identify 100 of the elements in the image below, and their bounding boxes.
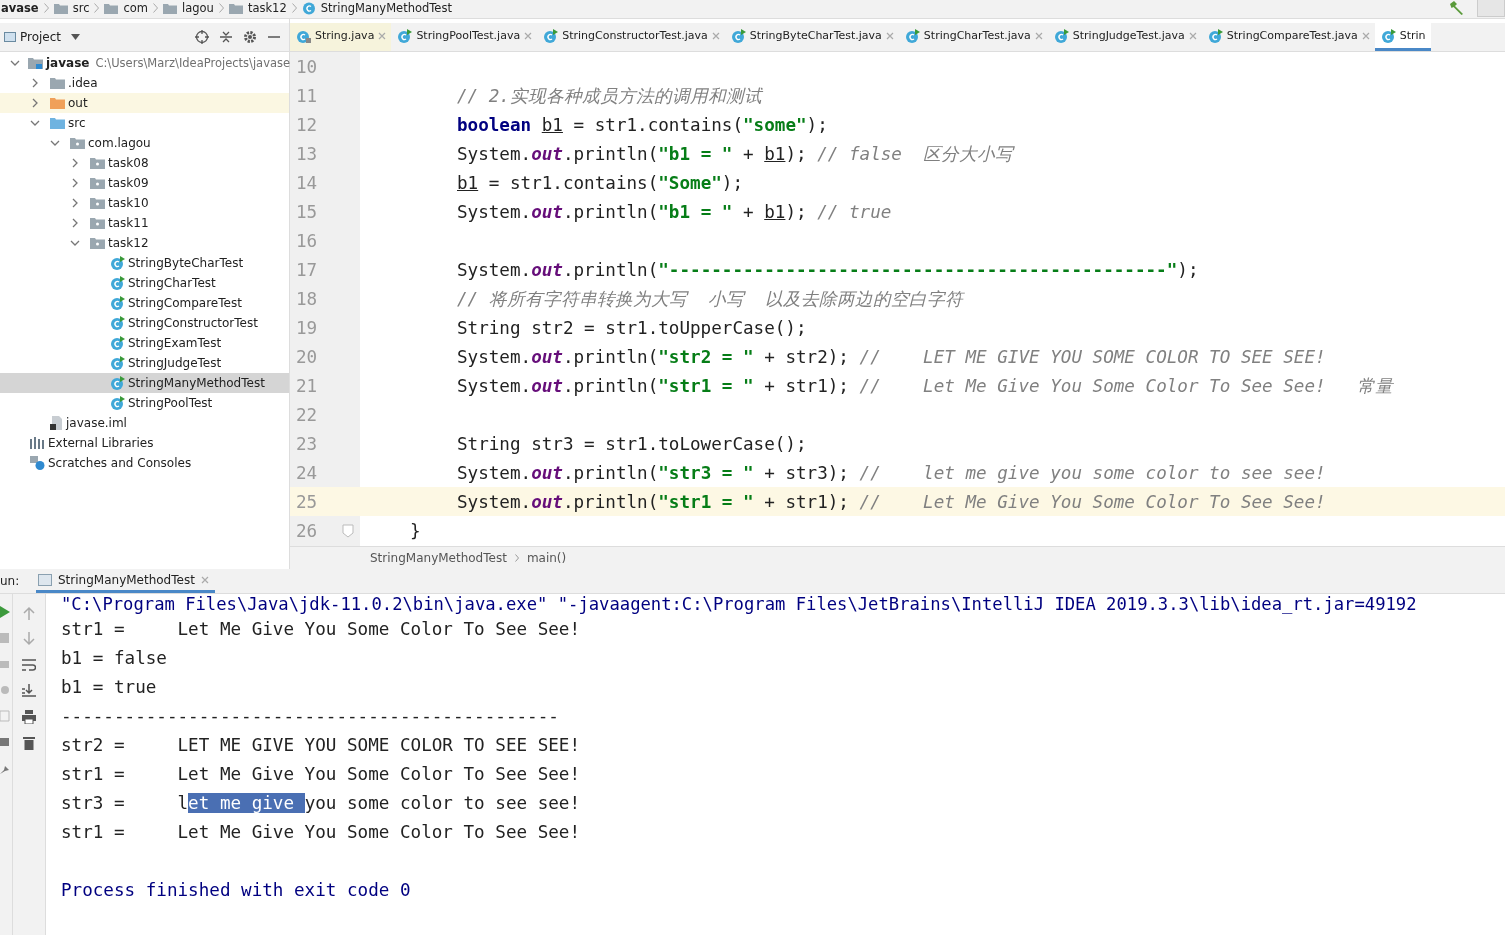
crosshair-icon[interactable] [195,30,209,44]
class-icon [110,316,125,330]
folder-icon [50,97,65,109]
chevron-icon [153,3,159,13]
line-number: 12 [295,114,319,135]
package-icon [90,177,105,189]
tree-item[interactable]: task09 [108,176,149,190]
tree-item[interactable]: External Libraries [48,436,154,450]
file-icon [50,416,63,430]
tree-item[interactable]: task12 [108,236,149,250]
tree-item[interactable]: StringExamTest [128,336,222,350]
settings-icon[interactable] [243,30,257,44]
class-icon [904,28,920,43]
close-icon[interactable] [1034,31,1043,40]
tree-item[interactable]: javase.iml [66,416,127,430]
fold-marker-icon[interactable] [342,523,354,538]
breadcrumb-item[interactable]: lagou [182,1,214,15]
class-icon [1053,28,1069,43]
close-icon[interactable] [1361,31,1370,40]
project-path: C:\Users\Marz\IdeaProjects\javase [95,56,291,70]
tree-item[interactable]: com.lagou [88,136,151,150]
class-icon [110,396,125,410]
code-line: String str2 = str1.toUpperCase(); [457,317,807,338]
editor-tab[interactable]: String.java [290,23,392,51]
close-icon[interactable] [200,575,209,584]
project-view-dropdown[interactable]: Project [20,30,62,44]
run-icon[interactable] [0,606,10,618]
run-label: un: [0,574,21,588]
line-number: 16 [295,230,319,251]
tree-item[interactable]: StringCharTest [128,276,216,290]
tree-item[interactable]: StringConstructorTest [128,316,258,330]
class-icon [730,28,746,43]
breadcrumb-item[interactable]: StringManyMethodTest [370,551,507,565]
folder-icon [50,77,65,89]
editor-tab[interactable]: StringCompareTest.java [1201,23,1375,51]
tree-item[interactable]: .idea [68,76,98,90]
editor-tab[interactable]: StringJudgeTest.java [1047,23,1202,51]
line-number: 13 [295,143,319,164]
tree-item[interactable]: task10 [108,196,149,210]
line-number: 22 [295,404,319,425]
chevron-icon [514,554,519,562]
chevron-icon [291,3,297,13]
chevron-icon [94,3,100,13]
hammer-icon[interactable] [1448,1,1464,15]
editor-tab[interactable]: StringByteCharTest.java [724,23,899,51]
folder-icon [50,117,65,129]
run-tab[interactable]: StringManyMethodTest [36,569,215,593]
class-icon [110,376,125,390]
print-icon[interactable] [22,710,36,724]
line-number: 17 [295,259,319,280]
code-line: } [410,520,421,541]
tree-item[interactable]: javase [46,56,90,70]
editor-tab[interactable]: StringConstructorTest.java [537,23,725,51]
up-arrow-icon[interactable] [23,606,35,620]
class-icon [110,256,125,270]
class-icon [110,356,125,370]
tree-item[interactable]: out [68,96,88,110]
tree-item[interactable]: StringPoolTest [128,396,213,410]
breadcrumb-item[interactable]: task12 [247,1,287,15]
line-number: 24 [295,462,319,483]
tree-item[interactable]: Scratches and Consoles [48,456,192,470]
trash-icon[interactable] [23,736,35,750]
down-arrow-icon[interactable] [23,632,35,646]
tree-item[interactable]: task08 [108,156,149,170]
soft-wrap-icon[interactable] [22,658,36,672]
code-line: System.out.println("str1 = " + str1); // Let Me Give You Some Color To See See! 常量 [457,374,1394,398]
package-icon [90,217,105,229]
breadcrumb-item[interactable]: src [72,1,90,15]
project-icon [4,32,16,42]
code-line: // 2.实现各种成员方法的调用和测试 [457,84,762,108]
code-line: System.out.println("str1 = " + str1); // Let Me Give You Some Color To See See! [457,491,1326,512]
line-number: 15 [295,201,319,222]
class-icon [301,1,316,15]
class-icon [543,28,559,43]
breadcrumb-item[interactable]: com [123,1,149,15]
editor-tab[interactable]: Strin [1374,23,1431,51]
close-icon[interactable] [1188,31,1197,40]
line-number: 10 [295,56,319,77]
close-icon[interactable] [378,31,387,40]
close-icon[interactable] [711,31,720,40]
tree-item[interactable]: src [68,116,86,130]
tree-item[interactable]: StringByteCharTest [128,256,244,270]
chevron-icon [218,3,224,13]
close-icon[interactable] [524,31,533,40]
caret-icon[interactable] [71,34,81,40]
folder-icon [104,2,119,14]
editor-tab[interactable]: StringPoolTest.java [391,23,538,51]
breadcrumb-item[interactable]: StringManyMethodTest [320,1,452,15]
tree-item[interactable]: StringCompareTest [128,296,242,310]
editor-tab[interactable]: StringCharTest.java [898,23,1048,51]
tree-item[interactable]: StringJudgeTest [128,356,222,370]
collapse-icon[interactable] [219,30,233,44]
line-number: 11 [295,85,319,106]
close-icon[interactable] [885,31,894,40]
chevron-icon [43,3,49,13]
breadcrumb-item[interactable]: main() [526,551,567,565]
scroll-to-end-icon[interactable] [22,684,36,698]
breadcrumb-item[interactable]: avase [1,1,39,15]
tree-item[interactable]: task11 [108,216,149,230]
line-number: 20 [295,346,319,367]
